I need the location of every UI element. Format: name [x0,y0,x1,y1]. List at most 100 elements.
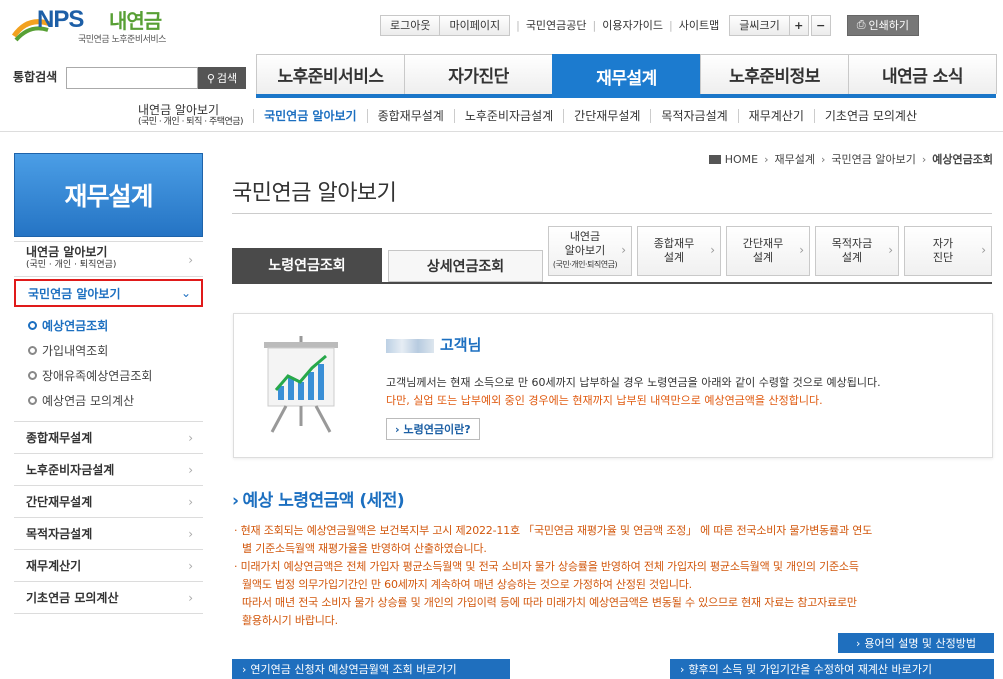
breadcrumb-level1[interactable]: 재무설계 [775,151,815,167]
breadcrumb: HOME › 재무설계 › 국민연금 알아보기 › 예상연금조회 [708,151,993,167]
sidebar-menu: 내연금 알아보기 (국민 · 개인 · 퇴직연금) › 국민연금 알아보기 ⌄ … [14,241,203,614]
mypage-button[interactable]: 마이페이지 [439,14,511,36]
quick-link-label: 알아보기 [564,244,606,257]
font-increase-button[interactable]: + [788,14,809,36]
sidebar-item-basic-pension[interactable]: 기초연금 모의계산 › [14,582,203,614]
sidebar-subitem-simulation[interactable]: 예상연금 모의계산 [28,388,203,413]
nps-logo[interactable]: NPS 내연금 국민연금 노후준비서비스 [12,4,187,48]
search-input[interactable] [66,67,198,89]
chevron-right-icon: › [395,422,400,436]
bullet-icon [28,371,37,380]
quick-link-label: 목적자금 [831,237,873,250]
sidebar-item-label: 목적자금설계 [26,527,93,541]
breadcrumb-current: 예상연금조회 [932,153,993,166]
sidebar-item-purpose-fund[interactable]: 목적자금설계 › [14,518,203,550]
main-tab-news[interactable]: 내연금 소식 [848,54,997,94]
search-button-label: 검색 [216,72,238,85]
subitem-label: 장애유족예상연금조회 [42,369,153,383]
subnav-purpose-fund-plan[interactable]: 목적자금설계 [650,109,737,123]
logo-name: 내연금 [109,9,162,33]
print-label: 인쇄하기 [868,19,909,32]
bullet-icon [28,346,37,355]
breadcrumb-level2[interactable]: 국민연금 알아보기 [831,151,915,167]
chevron-right-icon: › [888,243,893,257]
quick-link-label: 내연금 [569,230,601,243]
sidebar-item-my-pension[interactable]: 내연금 알아보기 (국민 · 개인 · 퇴직연금) › [14,241,203,277]
quick-link-purpose-fund[interactable]: 목적자금 설계 › [815,226,899,276]
sidebar-submenu: 예상연금조회 가입내역조회 장애유족예상연금조회 예상연금 모의계산 [14,307,203,422]
sidebar-item-retirement-fund[interactable]: 노후준비자금설계 › [14,454,203,486]
quick-link-sublabel: (국민·개인·퇴직연금) [552,260,618,269]
breadcrumb-home[interactable]: HOME [725,153,758,166]
subnav-simple-plan[interactable]: 간단재무설계 [563,109,650,123]
tab-detailed-pension[interactable]: 상세연금조회 [388,250,543,282]
note-2: · 미래가치 예상연금액은 전체 가입자 평균소득월액 및 전국 소비자 물가 … [234,558,996,630]
main-tab-financial-planning[interactable]: 재무설계 [552,54,701,98]
main-tab-retirement-info[interactable]: 노후준비정보 [700,54,849,94]
quick-link-label: 진단 [932,251,954,264]
quick-link-label: 설계 [663,251,685,264]
logo-subtitle: 국민연금 노후준비서비스 [78,35,166,45]
subnav-basic-pension-sim[interactable]: 기초연금 모의계산 [813,109,927,123]
tab-old-age-pension[interactable]: 노령연금조회 [232,248,382,282]
font-decrease-button[interactable]: − [810,14,831,36]
chevron-right-icon: › [188,526,193,541]
note-line: 따라서 매년 전국 소비자 물가 상승률 및 개인의 가입이력 등에 따라 미래… [242,596,857,609]
user-guide-link[interactable]: 이용자가이드 [602,17,663,33]
main-tab-retirement-service[interactable]: 노후준비서비스 [256,54,405,94]
sidebar-item-label: 기초연금 모의계산 [26,591,119,605]
sidebar-item-label: 국민연금 알아보기 [28,286,121,301]
sitemap-link[interactable]: 사이트맵 [679,17,719,33]
info-button-label: 노령연금이란? [403,423,471,436]
subnav-comprehensive-plan[interactable]: 종합재무설계 [366,109,454,123]
sidebar-subitem-subscription[interactable]: 가입내역조회 [28,338,203,363]
sidebar-item-calculator[interactable]: 재무계산기 › [14,550,203,582]
sidebar-subitem-disability-survivor[interactable]: 장애유족예상연금조회 [28,363,203,388]
deferred-pension-lookup-button[interactable]: › 연기연금 신청자 예상연금월액 조회 바로가기 [232,659,510,679]
terms-explanation-button[interactable]: › 용어의 설명 및 산정방법 [838,633,994,653]
subitem-label: 예상연금조회 [42,319,109,333]
subnav-calculator[interactable]: 재무계산기 [737,109,814,123]
quick-link-comprehensive[interactable]: 종합재무 설계 › [637,226,721,276]
old-age-pension-info-button[interactable]: › 노령연금이란? [386,418,480,440]
sidebar-item-national-pension[interactable]: 국민연금 알아보기 ⌄ [14,279,203,307]
chevron-right-icon: › [855,636,861,650]
subnav-retirement-fund-plan[interactable]: 노후준비자금설계 [453,109,563,123]
note-line: · 현재 조회되는 예상연금월액은 보건복지부 고시 제2022-11호 「국민… [234,524,873,537]
chart-easel-icon [264,336,338,433]
quick-link-self-diagnosis[interactable]: 자가 진단 › [904,226,992,276]
deferred-button-label: 연기연금 신청자 예상연금월액 조회 바로가기 [250,663,457,676]
subnav-my-pension-sub: (국민 · 개인 · 퇴직 · 주택연금) [138,117,244,127]
subnav-my-pension-label: 내연금 알아보기 [138,103,220,117]
chevron-down-icon: ⌄ [180,286,191,300]
logout-button[interactable]: 로그아웃 [380,14,441,36]
font-size-label: 글씨크기 [729,14,790,36]
chevron-right-icon: › [188,590,193,605]
recalculate-button-label: 향후의 소득 및 가입기간을 수정하여 재계산 바로가기 [688,663,933,676]
home-icon [708,154,721,164]
chevron-right-icon: › [981,243,986,257]
sidebar-item-simple[interactable]: 간단재무설계 › [14,486,203,518]
section-title-text: 예상 노령연금액 (세전) [242,491,405,511]
subitem-label: 예상연금 모의계산 [42,394,135,408]
note-line: · 미래가치 예상연금액은 전체 가입자 평균소득월액 및 전국 소비자 물가 … [234,560,859,573]
subnav-my-pension[interactable]: 내연금 알아보기 (국민 · 개인 · 퇴직 · 주택연금) [138,104,253,128]
quick-link-my-pension[interactable]: 내연금 알아보기 (국민·개인·퇴직연금) › [548,226,632,276]
info-description: 고객님께서는 현재 소득으로 만 60세까지 납부하실 경우 노령연금을 아래와… [386,376,881,389]
quick-link-label: 간단재무 [742,237,784,250]
nps-link[interactable]: 국민연금공단 [526,17,587,33]
search-button[interactable]: ⚲ 검색 [198,67,246,89]
quick-link-simple[interactable]: 간단재무 설계 › [726,226,810,276]
sidebar-item-label: 간단재무설계 [26,495,93,509]
top-utility-links: 로그아웃 마이페이지 | 국민연금공단 | 이용자가이드 | 사이트맵 글씨크기… [380,14,919,36]
breadcrumb-separator: › [921,152,927,166]
print-button[interactable]: ⎙ 인쇄하기 [846,14,919,36]
sidebar-subitem-expected-pension[interactable]: 예상연금조회 [28,313,203,338]
terms-button-label: 용어의 설명 및 산정방법 [864,637,977,650]
info-warning: 다만, 실업 또는 납부예외 중인 경우에는 현재까지 납부된 내역만으로 예상… [386,394,823,407]
sidebar-item-comprehensive[interactable]: 종합재무설계 › [14,422,203,454]
main-tab-self-diagnosis[interactable]: 자가진단 [404,54,553,94]
chevron-right-icon: › [621,243,626,257]
subnav-national-pension[interactable]: 국민연금 알아보기 [253,109,367,123]
recalculate-button[interactable]: › 향후의 소득 및 가입기간을 수정하여 재계산 바로가기 [670,659,994,679]
